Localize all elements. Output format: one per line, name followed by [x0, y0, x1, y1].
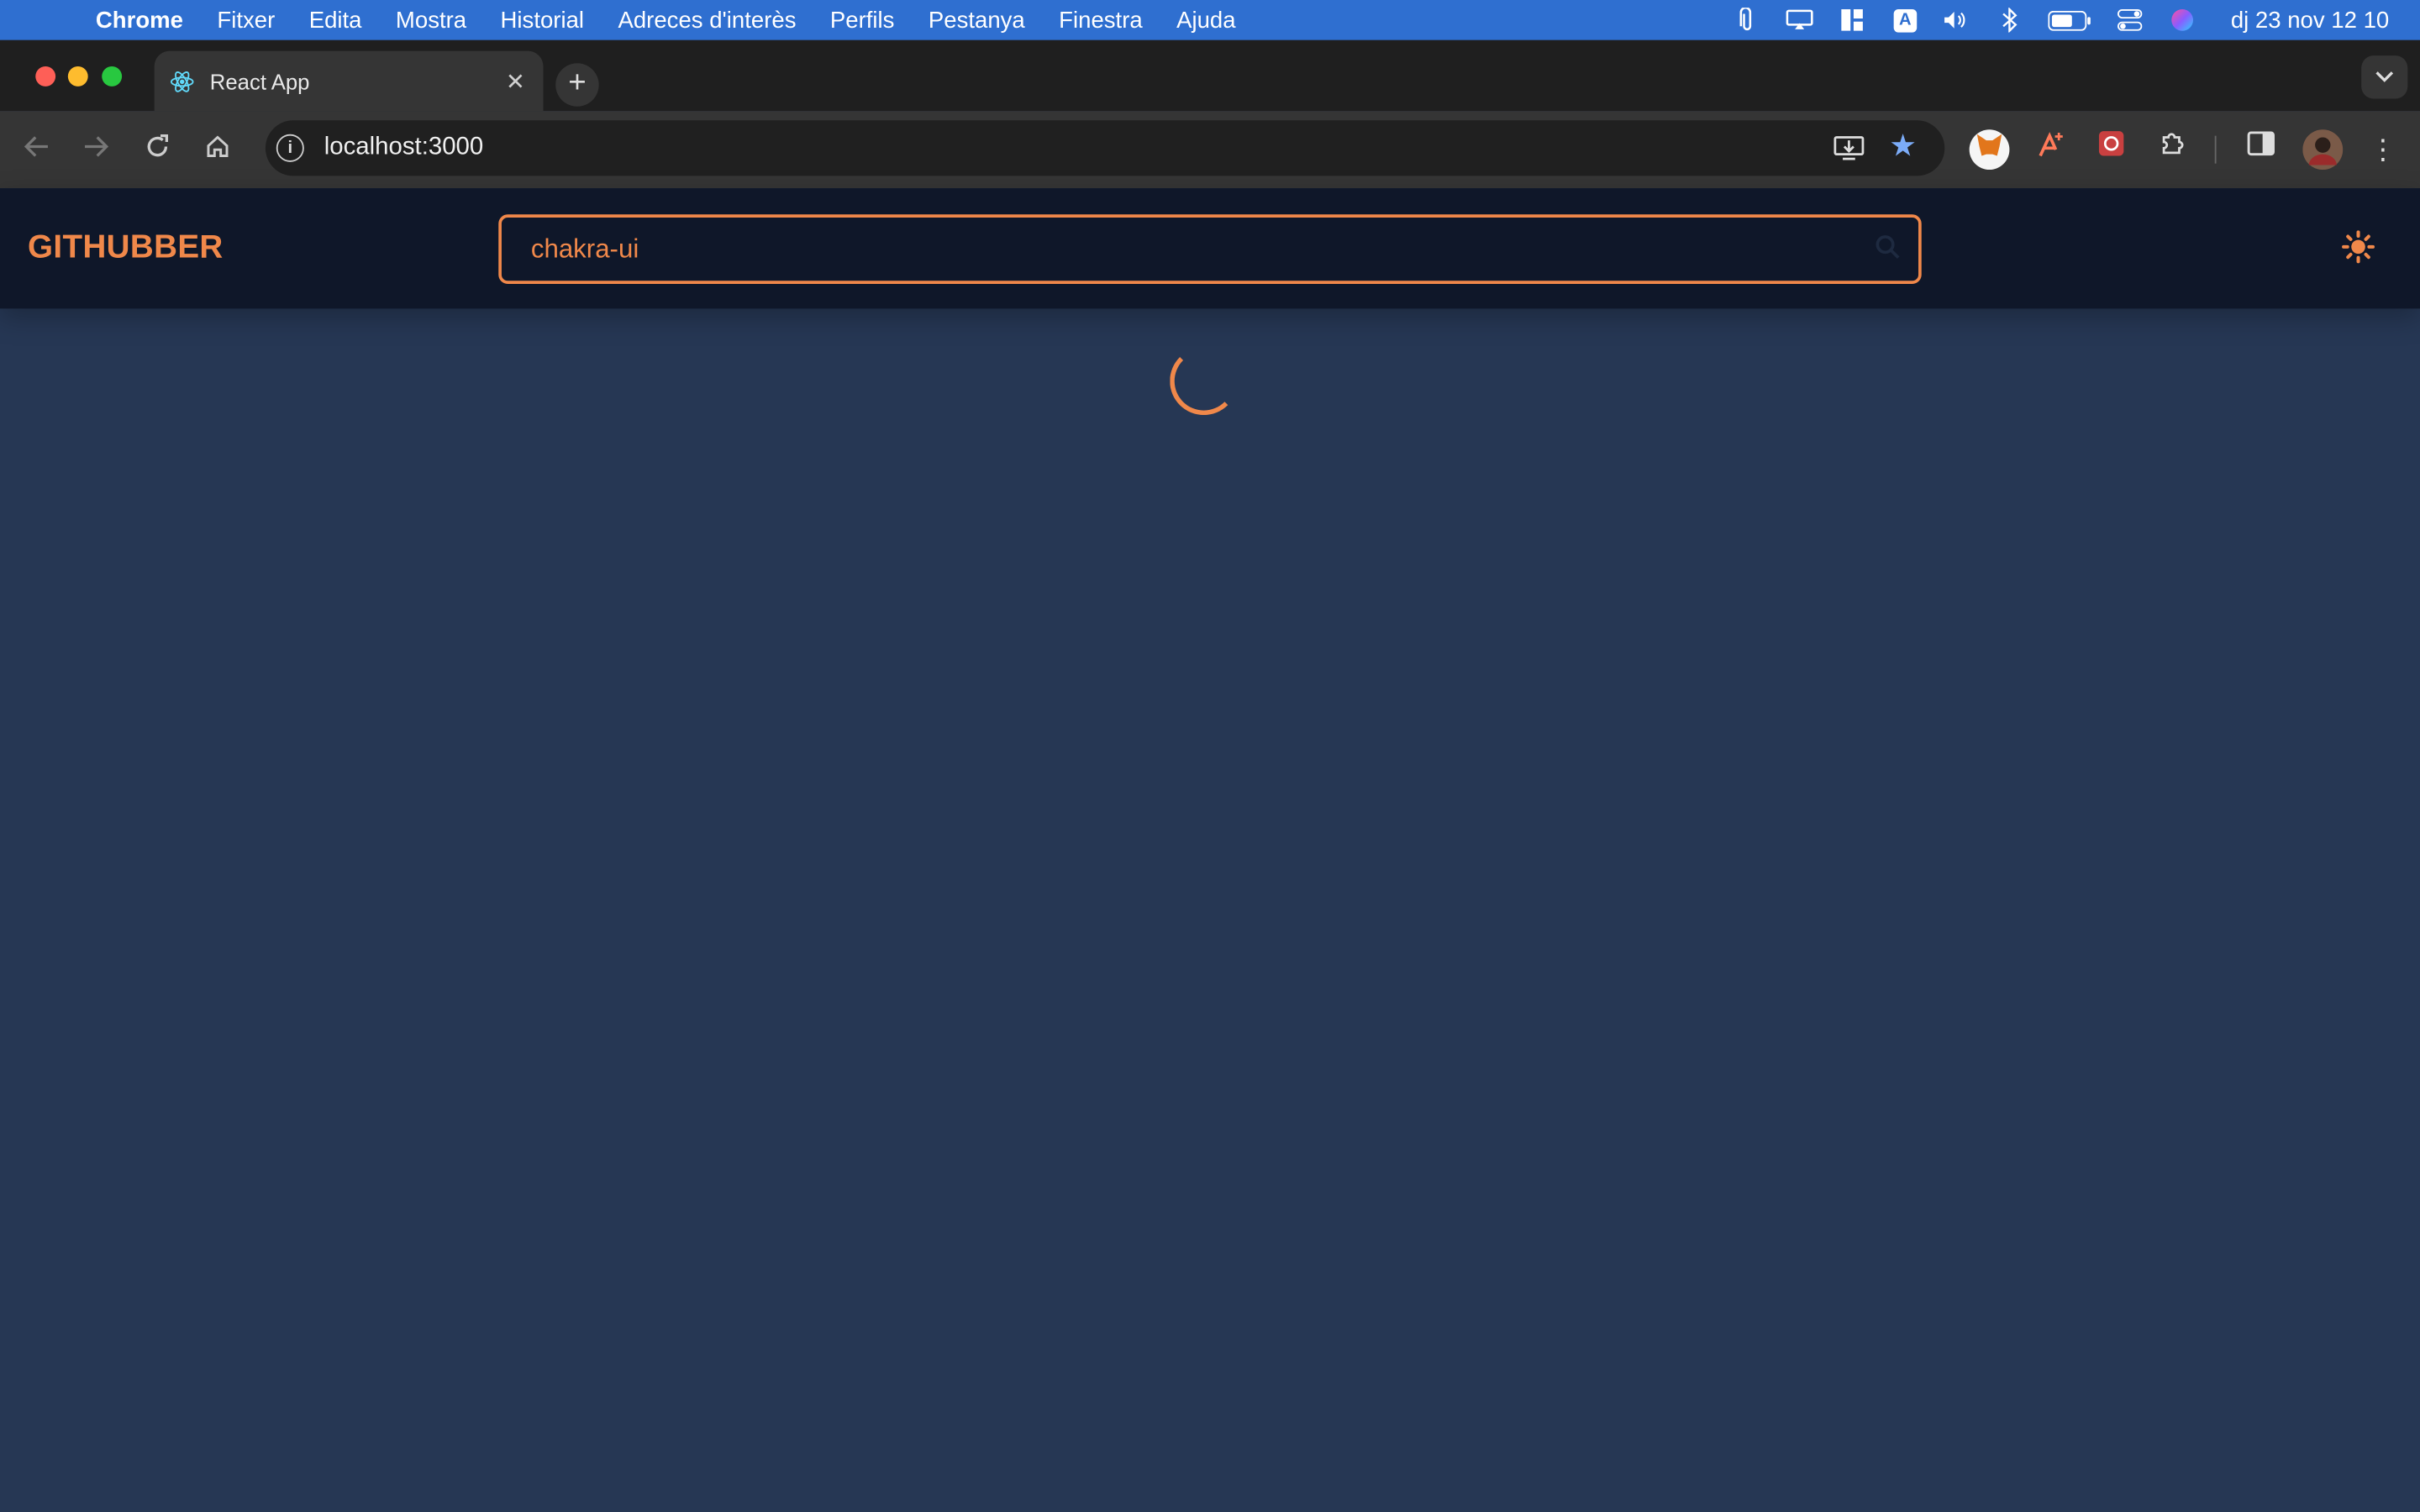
- menu-adreces[interactable]: Adreces d'interès: [618, 7, 796, 33]
- window-zoom-button[interactable]: [102, 66, 123, 87]
- address-bar[interactable]: i localhost:3000 ★: [265, 120, 1945, 176]
- install-app-icon[interactable]: [1833, 134, 1865, 162]
- siri-icon[interactable]: [2169, 8, 2196, 32]
- window-close-button[interactable]: [35, 66, 56, 87]
- menu-perfils[interactable]: Perfils: [830, 7, 895, 33]
- menu-bar-clock[interactable]: dj 23 nov 12 10: [2231, 7, 2389, 33]
- macos-menu-bar: Chrome Fitxer Edita Mostra Historial Adr…: [0, 0, 2420, 40]
- extensions-puzzle-icon[interactable]: [2153, 129, 2193, 170]
- screen-mirror-icon[interactable]: [1786, 8, 1814, 32]
- browser-toolbar: i localhost:3000 ★ ⋮: [0, 111, 2420, 189]
- arrow-right-icon: [85, 136, 109, 157]
- input-source-label: A: [1893, 8, 1918, 32]
- menu-fitxer[interactable]: Fitxer: [217, 7, 275, 33]
- back-button[interactable]: [18, 131, 55, 168]
- chevron-down-icon: [2375, 71, 2394, 82]
- search-box[interactable]: [498, 214, 1922, 284]
- volume-icon[interactable]: [1944, 8, 1971, 32]
- browser-tab-strip: React App ✕ +: [0, 39, 2420, 112]
- battery-icon[interactable]: [2049, 8, 2091, 32]
- address-bar-url[interactable]: localhost:3000: [324, 134, 484, 162]
- metamask-extension-icon[interactable]: [1969, 129, 2010, 171]
- menu-edita[interactable]: Edita: [309, 7, 362, 33]
- menu-pestanya[interactable]: Pestanya: [929, 7, 1025, 33]
- reload-button[interactable]: [139, 131, 176, 168]
- tab-close-icon[interactable]: ✕: [500, 67, 531, 95]
- menu-historial[interactable]: Historial: [501, 7, 585, 33]
- menu-ajuda[interactable]: Ajuda: [1176, 7, 1235, 33]
- menu-finestra[interactable]: Finestra: [1059, 7, 1143, 33]
- arrow-left-icon: [24, 136, 48, 157]
- menu-chrome[interactable]: Chrome: [96, 7, 183, 33]
- control-center-icon[interactable]: [2117, 8, 2144, 32]
- home-icon: [207, 135, 229, 157]
- search-input[interactable]: [501, 217, 1919, 281]
- side-panel-icon[interactable]: [2241, 129, 2281, 170]
- app-header: GITHUBBER: [0, 188, 2420, 309]
- window-minimize-button[interactable]: [67, 66, 88, 87]
- acrobat-extension-icon[interactable]: [2031, 129, 2071, 170]
- bluetooth-icon[interactable]: [1996, 8, 2024, 33]
- forward-button[interactable]: [77, 131, 114, 168]
- new-tab-button[interactable]: +: [555, 63, 599, 107]
- input-source-icon[interactable]: A: [1891, 8, 1919, 32]
- toolbar-divider: [2214, 135, 2217, 164]
- bookmark-star-icon[interactable]: ★: [1886, 129, 1919, 163]
- reload-icon: [147, 134, 169, 157]
- menu-bar-status-area: A dj 23 nov 12 10: [1733, 0, 2389, 40]
- tab-react-app[interactable]: React App ✕: [154, 50, 544, 112]
- loading-spinner: [1170, 347, 1239, 416]
- search-icon: [1876, 234, 1900, 260]
- react-favicon-icon: [170, 69, 194, 93]
- theme-toggle-sun-icon[interactable]: [2339, 230, 2376, 267]
- menu-mostra[interactable]: Mostra: [396, 7, 466, 33]
- paperclip-icon[interactable]: [1733, 8, 1761, 32]
- profile-avatar[interactable]: [2302, 129, 2344, 171]
- browser-menu-icon[interactable]: ⋮: [2363, 129, 2403, 170]
- red-extension-icon[interactable]: [2091, 129, 2132, 170]
- site-info-icon[interactable]: i: [276, 134, 304, 162]
- app-logo[interactable]: GITHUBBER: [28, 230, 224, 267]
- layout-icon[interactable]: [1839, 8, 1866, 32]
- tab-title: React App: [209, 68, 310, 94]
- home-button[interactable]: [199, 131, 236, 168]
- tab-search-button[interactable]: [2361, 55, 2408, 99]
